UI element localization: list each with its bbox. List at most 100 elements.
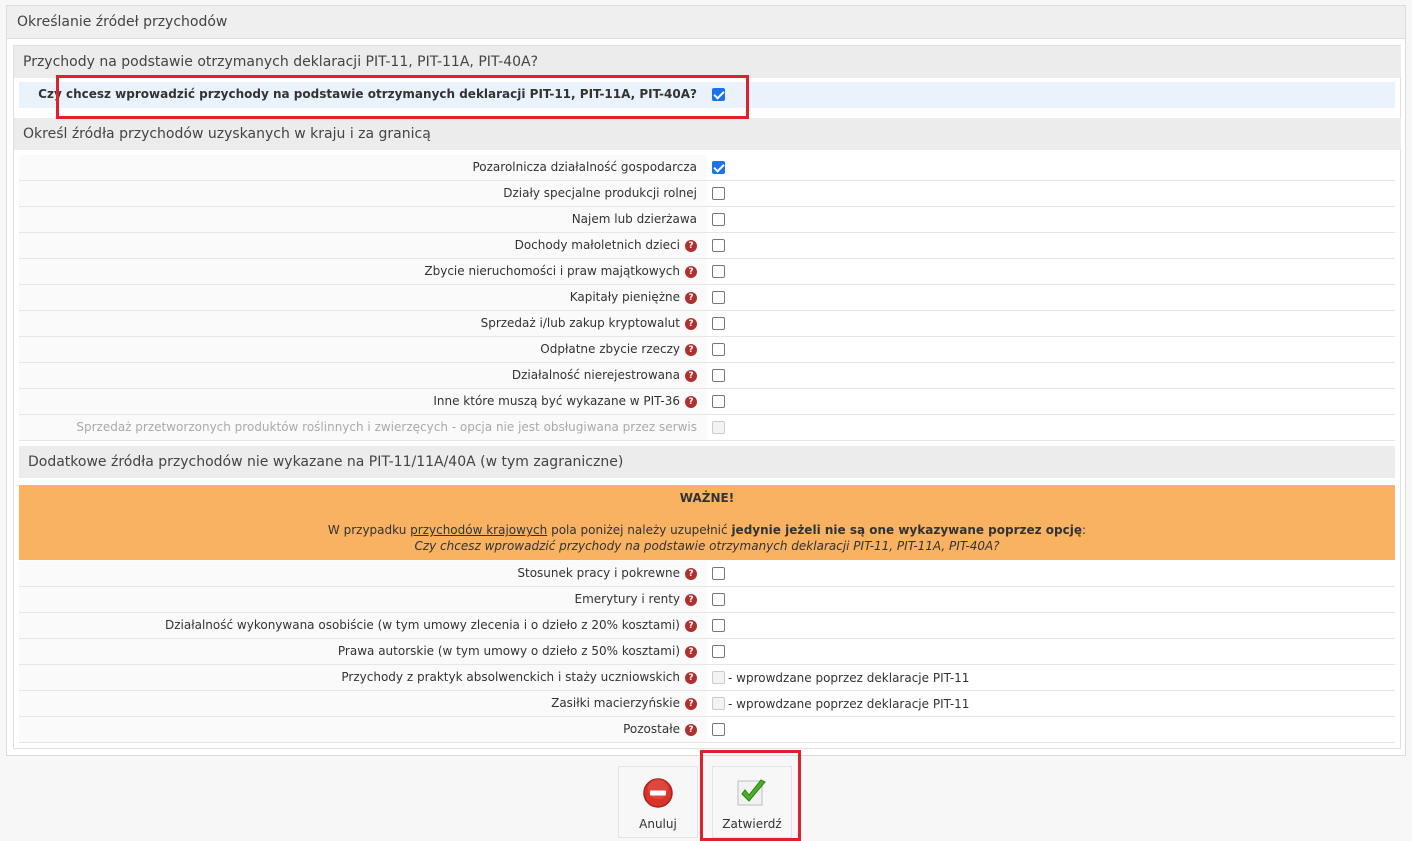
s2-row: Zbycie nieruchomości i praw majątkowych?: [19, 259, 1395, 285]
confirm-button[interactable]: Zatwierdź: [712, 766, 792, 838]
s3-label: Zasiłki macierzyńskie?: [551, 691, 697, 716]
s3-checkbox-cell: [707, 717, 1395, 742]
s3-label-text: Prawa autorskie (w tym umowy o dzieło z …: [337, 644, 680, 658]
s3-checkbox-cell: - wprowdzane poprzez deklaracje PIT-11: [707, 665, 1395, 690]
s2-checkbox-cell: [707, 207, 1395, 232]
s3-note: - wprowdzane poprzez deklaracje PIT-11: [728, 670, 970, 685]
s2-checkbox[interactable]: [712, 395, 725, 408]
pit11-question-cell: [707, 82, 1395, 107]
cancel-button[interactable]: Anuluj: [618, 766, 698, 838]
s2-checkbox[interactable]: [712, 291, 725, 304]
help-icon[interactable]: ?: [685, 395, 697, 408]
s2-checkbox: [712, 421, 725, 434]
s2-checkbox-cell: [707, 415, 1395, 440]
s2-checkbox[interactable]: [712, 213, 725, 226]
s3-label: Działalność wykonywana osobiście (w tym …: [165, 613, 697, 638]
s3-label: Pozostałe?: [623, 717, 697, 742]
s3-label-text: Zasiłki macierzyńskie: [551, 696, 680, 710]
help-icon[interactable]: ?: [685, 593, 697, 606]
pit11-question-checkbox[interactable]: [712, 88, 725, 101]
help-icon[interactable]: ?: [685, 567, 697, 580]
s3-label-text: Stosunek pracy i pokrewne: [517, 566, 680, 580]
pit11-question-label: Czy chcesz wprowadzić przychody na podst…: [38, 87, 697, 101]
s3-checkbox-cell: - wprowdzane poprzez deklaracje PIT-11: [707, 691, 1395, 716]
s2-row: Sprzedaż przetworzonych produktów roślin…: [19, 415, 1395, 441]
s2-label: Działy specjalne produkcji rolnej: [503, 181, 697, 206]
help-icon[interactable]: ?: [685, 239, 697, 252]
s2-row: Kapitały pieniężne?: [19, 285, 1395, 311]
s3-row: Pozostałe?: [19, 717, 1395, 743]
s3-row: Prawa autorskie (w tym umowy o dzieło z …: [19, 639, 1395, 665]
s2-label: Dochody małoletnich dzieci?: [515, 233, 697, 258]
s2-label-text: Odpłatne zbycie rzeczy: [540, 342, 680, 356]
s2-checkbox[interactable]: [712, 187, 725, 200]
s2-checkbox-cell: [707, 155, 1395, 180]
help-icon[interactable]: ?: [685, 645, 697, 658]
s3-label-text: Działalność wykonywana osobiście (w tym …: [164, 618, 680, 632]
s2-row: Dochody małoletnich dzieci?: [19, 233, 1395, 259]
s2-checkbox-cell: [707, 311, 1395, 336]
s2-label: Sprzedaż przetworzonych produktów roślin…: [76, 415, 697, 440]
s3-label-text: Pozostałe: [623, 722, 680, 736]
domestic-income-link[interactable]: przychodów krajowych: [410, 523, 547, 537]
s2-checkbox-cell: [707, 285, 1395, 310]
s2-label: Pozarolnicza działalność gospodarcza: [472, 155, 697, 180]
s2-checkbox[interactable]: [712, 343, 725, 356]
s3-checkbox-cell: [707, 561, 1395, 586]
s3-label-text: Przychody z praktyk absolwenckich i staż…: [341, 670, 680, 684]
warning-bold-text: jedynie jeżeli nie są one wykazywane pop…: [731, 523, 1083, 537]
s2-label-text: Sprzedaż i/lub zakup kryptowalut: [480, 316, 680, 330]
help-icon[interactable]: ?: [685, 343, 697, 356]
s2-checkbox[interactable]: [712, 161, 725, 174]
s2-checkbox[interactable]: [712, 239, 725, 252]
help-icon[interactable]: ?: [685, 697, 697, 710]
s2-label-text: Działy specjalne produkcji rolnej: [503, 186, 697, 200]
s2-checkbox[interactable]: [712, 369, 725, 382]
s2-label-text: Dochody małoletnich dzieci: [514, 238, 680, 252]
pit11-question-row: Czy chcesz wprowadzić przychody na podst…: [19, 82, 1395, 108]
s3-checkbox[interactable]: [712, 567, 725, 580]
help-icon[interactable]: ?: [685, 317, 697, 330]
s3-row: Emerytury i renty?: [19, 587, 1395, 613]
s3-checkbox[interactable]: [712, 619, 725, 632]
s3-checkbox-cell: [707, 587, 1395, 612]
s3-checkbox: [712, 671, 725, 684]
s2-checkbox-cell: [707, 259, 1395, 284]
s2-label-text: Kapitały pieniężne: [569, 290, 680, 304]
s3-label-text: Emerytury i renty: [574, 592, 680, 606]
s2-label-text: Zbycie nieruchomości i praw majątkowych: [424, 264, 680, 278]
s2-label: Zbycie nieruchomości i praw majątkowych?: [424, 259, 697, 284]
help-icon[interactable]: ?: [685, 619, 697, 632]
s3-row: Stosunek pracy i pokrewne?: [19, 561, 1395, 587]
s3-checkbox[interactable]: [712, 593, 725, 606]
s3-checkbox-cell: [707, 639, 1395, 664]
s3-row: Zasiłki macierzyńskie? - wprowdzane poprz…: [19, 691, 1395, 717]
warning-italic-question: Czy chcesz wprowadzić przychody na podst…: [414, 539, 1000, 553]
help-icon[interactable]: ?: [685, 723, 697, 736]
s3-checkbox[interactable]: [712, 645, 725, 658]
s2-checkbox[interactable]: [712, 265, 725, 278]
cancel-icon: [643, 778, 673, 808]
s2-checkbox-cell: [707, 233, 1395, 258]
checkmark-icon: [737, 779, 766, 806]
warning-text-part: W przypadku: [327, 523, 411, 537]
s3-checkbox[interactable]: [712, 723, 725, 736]
cancel-button-label: Anuluj: [639, 817, 677, 831]
s2-label-text: Sprzedaż przetworzonych produktów roślin…: [76, 420, 697, 434]
help-icon[interactable]: ?: [685, 265, 697, 278]
panel-title: Określanie źródeł przychodów: [7, 6, 1405, 39]
s3-row: Przychody z praktyk absolwenckich i staż…: [19, 665, 1395, 691]
s2-row: Sprzedaż i/lub zakup kryptowalut?: [19, 311, 1395, 337]
s2-checkbox-cell: [707, 363, 1395, 388]
s2-label-text: Inne które muszą być wykazane w PIT-36: [433, 394, 680, 408]
s2-checkbox[interactable]: [712, 317, 725, 330]
help-icon[interactable]: ?: [685, 291, 697, 304]
s2-row: Pozarolnicza działalność gospodarcza: [19, 155, 1395, 181]
s3-checkbox-cell: [707, 613, 1395, 638]
section-pit11-header: Przychody na podstawie otrzymanych dekla…: [14, 46, 1401, 78]
s2-label-text: Pozarolnicza działalność gospodarcza: [472, 160, 697, 174]
help-icon[interactable]: ?: [685, 369, 697, 382]
s2-row: Najem lub dzierżawa: [19, 207, 1395, 233]
section-domestic-foreign-header: Określ źródła przychodów uzyskanych w kr…: [14, 118, 1401, 150]
help-icon[interactable]: ?: [685, 671, 697, 684]
